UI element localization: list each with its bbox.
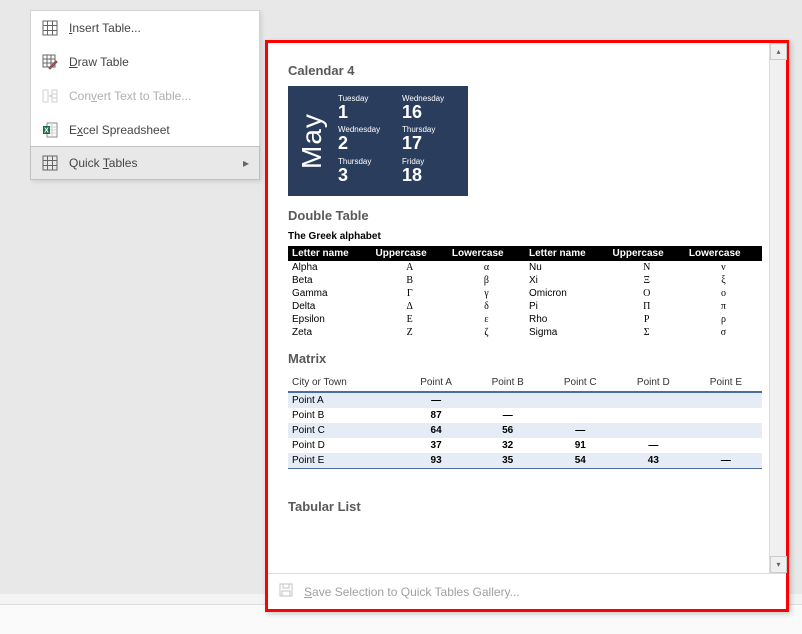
table-header: Letter name <box>288 246 372 261</box>
pencil-grid-icon <box>41 53 59 71</box>
gallery-item-tabular-list-title: Tabular List <box>288 499 762 514</box>
table-header: Point B <box>472 374 544 392</box>
table-row: Point E93355443— <box>288 453 762 469</box>
table-row: ZetaΖζSigmaΣσ <box>288 326 762 339</box>
table-header: Point A <box>401 374 472 392</box>
table-row: Point C6456— <box>288 423 762 438</box>
table-row: BetaΒβXiΞξ <box>288 274 762 287</box>
calendar-grid: Tuesday1 Wednesday16 Wednesday2 Thursday… <box>332 94 464 188</box>
chevron-right-icon: ▸ <box>243 156 249 170</box>
table-row: GammaΓγOmicronΟο <box>288 287 762 300</box>
grid-icon <box>41 154 59 172</box>
gallery-item-matrix[interactable]: City or TownPoint APoint BPoint CPoint D… <box>288 374 762 469</box>
gallery-item-double-table-title: Double Table <box>288 208 762 223</box>
menu-insert-table[interactable]: Insert Table... <box>31 11 259 45</box>
table-header: Uppercase <box>609 246 685 261</box>
calendar-month: May <box>292 94 332 188</box>
menu-label: Excel Spreadsheet <box>69 123 170 137</box>
quick-tables-gallery: Calendar 4 May Tuesday1 Wednesday16 Wedn… <box>265 40 789 612</box>
menu-excel-spreadsheet[interactable]: X Excel Spreadsheet <box>31 113 259 147</box>
table-row: DeltaΔδPiΠπ <box>288 300 762 313</box>
gallery-footer: Save Selection to Quick Tables Gallery..… <box>268 573 786 609</box>
table-header: City or Town <box>288 374 401 392</box>
double-table-caption: The Greek alphabet <box>288 231 762 242</box>
menu-label: Convert Text to Table... <box>69 89 191 103</box>
double-table: Letter nameUppercaseLowercaseLetter name… <box>288 246 762 339</box>
gallery-item-calendar4[interactable]: May Tuesday1 Wednesday16 Wednesday2 Thur… <box>288 86 468 196</box>
excel-icon: X <box>41 121 59 139</box>
table-row: AlphaΑαNuΝν <box>288 261 762 274</box>
table-header: Point D <box>617 374 690 392</box>
matrix-table: City or TownPoint APoint BPoint CPoint D… <box>288 374 762 469</box>
table-header: Lowercase <box>448 246 525 261</box>
table-header: Letter name <box>525 246 609 261</box>
gallery-scrollbar[interactable]: ▴ ▾ <box>769 43 786 573</box>
scroll-down-button[interactable]: ▾ <box>770 556 787 573</box>
menu-quick-tables[interactable]: Quick Tables ▸ <box>30 146 260 180</box>
table-row: Point A— <box>288 392 762 408</box>
menu-label: Draw Table <box>69 55 129 69</box>
table-header: Lowercase <box>685 246 762 261</box>
scroll-up-button[interactable]: ▴ <box>770 43 787 60</box>
save-selection-label: Save Selection to Quick Tables Gallery..… <box>304 585 520 599</box>
menu-convert-text: Convert Text to Table... <box>31 79 259 113</box>
gallery-item-matrix-title: Matrix <box>288 351 762 366</box>
menu-draw-table[interactable]: Draw Table <box>31 45 259 79</box>
svg-text:X: X <box>44 128 49 135</box>
table-header: Point E <box>690 374 762 392</box>
menu-label: Insert Table... <box>69 21 141 35</box>
tables-submenu: Insert Table... Draw Table Convert Text … <box>30 10 260 180</box>
save-icon <box>278 582 294 601</box>
table-header: Uppercase <box>372 246 448 261</box>
gallery-item-double-table[interactable]: The Greek alphabet Letter nameUppercaseL… <box>288 231 762 339</box>
table-row: Point D373291— <box>288 438 762 453</box>
table-row: EpsilonΕεRhoΡρ <box>288 313 762 326</box>
grid-icon <box>41 19 59 37</box>
gallery-item-calendar4-title: Calendar 4 <box>288 63 762 78</box>
gallery-content: Calendar 4 May Tuesday1 Wednesday16 Wedn… <box>268 43 786 573</box>
table-row: Point B87— <box>288 408 762 423</box>
menu-label: Quick Tables <box>69 156 137 170</box>
convert-icon <box>41 87 59 105</box>
table-header: Point C <box>544 374 617 392</box>
